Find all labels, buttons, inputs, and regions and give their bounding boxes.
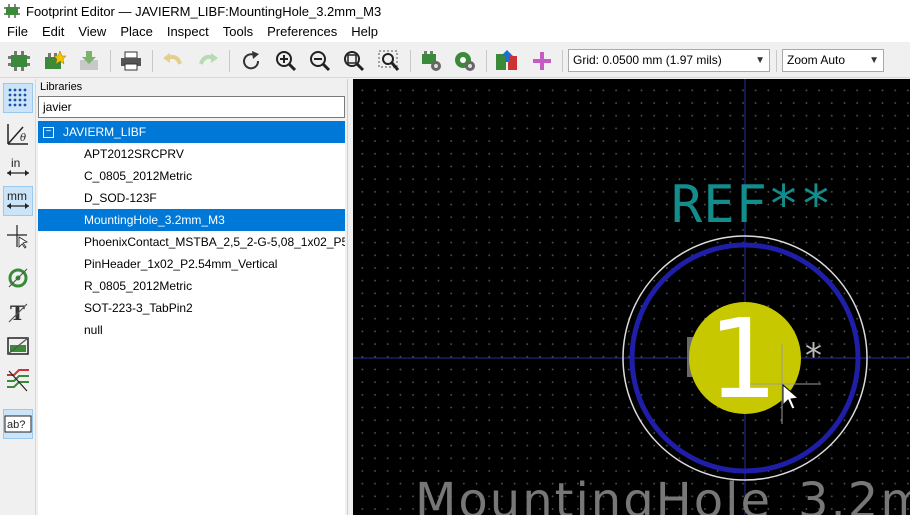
tree-item-footprint[interactable]: C_0805_2012Metric [38, 165, 345, 187]
left-toolbar: θ in mm T [0, 79, 36, 515]
pad-sketch-icon[interactable] [3, 263, 33, 293]
graphic-sketch-icon[interactable] [3, 331, 33, 361]
footprint-properties-icon[interactable] [417, 47, 445, 75]
chevron-down-icon: ▼ [869, 55, 879, 66]
tree-item-footprint[interactable]: PhoenixContact_MSTBA_2,5_2-G-5,08_1x02_P… [38, 231, 345, 253]
tree-library-javierm-libf[interactable]: − JAVIERM_LIBF [38, 121, 345, 143]
millimeters-label: mm [7, 189, 27, 203]
load-from-board-icon[interactable] [493, 47, 521, 75]
footprint-editor-icon [4, 4, 20, 18]
zoom-selection-icon[interactable] [375, 47, 403, 75]
main-toolbar: Grid: 0.0500 mm (1.97 mils) ▼ Zoom Auto … [0, 42, 910, 78]
inches-label: in [11, 156, 20, 170]
grid-select[interactable]: Grid: 0.0500 mm (1.97 mils) ▼ [568, 49, 770, 72]
grid-toggle-icon[interactable] [3, 83, 33, 113]
pad-number: 1 [708, 295, 778, 423]
menu-inspect[interactable]: Inspect [160, 22, 216, 42]
zoom-out-icon[interactable] [306, 47, 334, 75]
textbox-label: ab? [7, 419, 25, 431]
menu-edit[interactable]: Edit [35, 22, 71, 42]
text-sketch-icon[interactable]: T [3, 297, 33, 327]
tree-item-footprint[interactable]: R_0805_2012Metric [38, 275, 345, 297]
anchor-mark: * [805, 336, 822, 376]
insert-into-board-icon[interactable] [528, 47, 556, 75]
print-icon[interactable] [117, 47, 145, 75]
high-contrast-icon[interactable] [3, 365, 33, 395]
collapse-icon[interactable]: − [43, 127, 54, 138]
tree-item-footprint[interactable]: APT2012SRCPRV [38, 143, 345, 165]
inches-units-icon[interactable]: in [3, 153, 33, 183]
tree-item-footprint[interactable]: D_SOD-123F [38, 187, 345, 209]
svg-text:θ: θ [20, 133, 26, 144]
textbox-icon[interactable]: ab? [3, 409, 33, 439]
menu-tools[interactable]: Tools [216, 22, 260, 42]
full-cursor-icon[interactable] [3, 221, 33, 251]
grid-select-value: Grid: 0.0500 mm (1.97 mils) [573, 53, 722, 67]
menu-view[interactable]: View [71, 22, 113, 42]
footprint-drawing: * [353, 79, 910, 515]
libraries-panel: Libraries javier − JAVIERM_LIBF APT2012S… [37, 79, 347, 515]
save-to-library-icon[interactable] [75, 47, 103, 75]
tree-item-footprint[interactable]: PinHeader_1x02_P2.54mm_Vertical [38, 253, 345, 275]
chevron-down-icon: ▼ [755, 55, 765, 66]
zoom-fit-icon[interactable] [340, 47, 368, 75]
library-tree[interactable]: − JAVIERM_LIBF APT2012SRCPRV C_0805_2012… [38, 121, 345, 515]
footprint-canvas[interactable]: * REF** 1 MountingHole_3.2mm [353, 79, 910, 515]
footprint-editor-window: Footprint Editor — JAVIERM_LIBF:Mounting… [0, 0, 910, 515]
menu-place[interactable]: Place [113, 22, 160, 42]
libraries-header: Libraries [40, 81, 83, 93]
library-name: JAVIERM_LIBF [63, 125, 147, 139]
refresh-icon[interactable] [237, 47, 265, 75]
polar-coordinates-icon[interactable]: θ [3, 119, 33, 149]
undo-icon[interactable] [159, 47, 187, 75]
menu-help[interactable]: Help [344, 22, 385, 42]
tree-item-footprint[interactable]: null [38, 319, 345, 341]
menu-file[interactable]: File [0, 22, 35, 42]
tree-item-footprint-selected[interactable]: MountingHole_3.2mm_M3 [38, 209, 345, 231]
menu-bar: File Edit View Place Inspect Tools Prefe… [0, 22, 910, 42]
new-footprint-icon[interactable] [5, 47, 33, 75]
millimeters-units-icon[interactable]: mm [3, 186, 33, 216]
reference-designator[interactable]: REF** [671, 175, 833, 235]
menu-preferences[interactable]: Preferences [260, 22, 344, 42]
library-search-input[interactable]: javier [38, 96, 345, 118]
tree-item-footprint[interactable]: SOT-223-3_TabPin2 [38, 297, 345, 319]
pad-settings-icon[interactable] [451, 47, 479, 75]
window-title: Footprint Editor — JAVIERM_LIBF:Mounting… [26, 3, 382, 19]
zoom-in-icon[interactable] [272, 47, 300, 75]
zoom-select-value: Zoom Auto [787, 53, 846, 67]
zoom-select[interactable]: Zoom Auto ▼ [782, 49, 884, 72]
value-field[interactable]: MountingHole_3.2mm [415, 471, 910, 515]
create-footprint-wizard-icon[interactable] [40, 47, 68, 75]
redo-icon[interactable] [194, 47, 222, 75]
title-bar: Footprint Editor — JAVIERM_LIBF:Mounting… [0, 0, 910, 22]
